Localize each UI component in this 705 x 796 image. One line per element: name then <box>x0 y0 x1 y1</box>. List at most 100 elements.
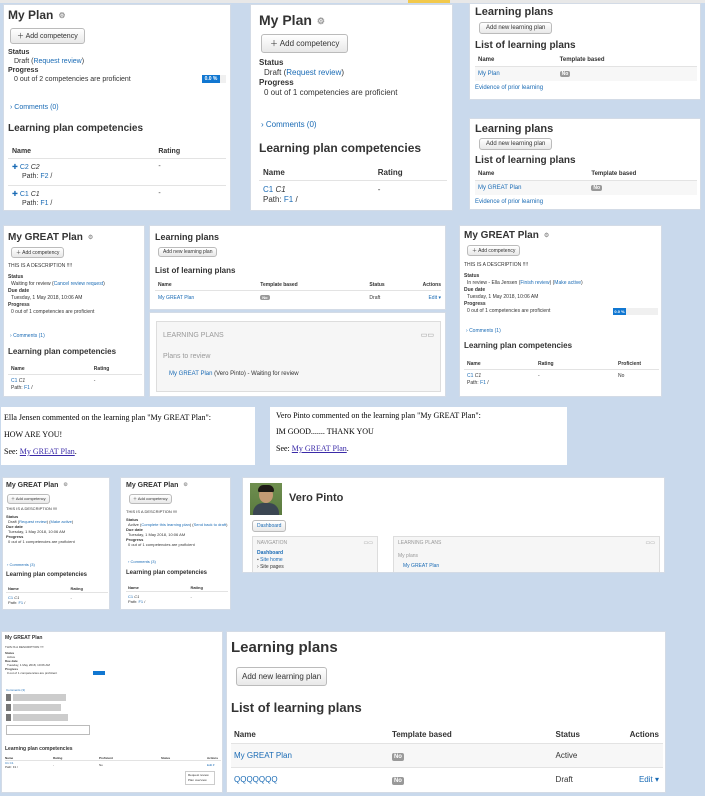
edit-menu[interactable]: Edit ▾ <box>207 763 215 767</box>
gear-icon[interactable]: ⚙ <box>544 232 549 239</box>
status-label: Status <box>8 49 30 56</box>
table-row: QQQQQQQ No Draft Edit ▾ <box>231 767 663 791</box>
add-competency-button[interactable]: ＋ Add competency <box>129 494 172 504</box>
plan-link[interactable]: My GREAT Plan <box>20 447 75 456</box>
no-badge: No <box>391 776 404 785</box>
plan-link[interactable]: QQQQQQQ <box>234 775 278 784</box>
send-back-link[interactable]: Send back to draft <box>194 522 226 527</box>
comments-toggle[interactable]: › Comments (0) <box>261 120 317 129</box>
section-title: Learning plan competencies <box>8 123 144 134</box>
gear-icon[interactable]: ⚙ <box>63 482 67 488</box>
plan-link[interactable]: My GREAT Plan <box>478 185 521 191</box>
nav-site-pages[interactable]: Site pages <box>260 564 284 570</box>
competency-link[interactable]: C1 <box>467 373 473 379</box>
panel-learning-plans-large: Learning plans Add new learning plan Lis… <box>226 631 666 793</box>
cancel-review-link[interactable]: Cancel review request <box>54 281 103 287</box>
comment-textarea[interactable] <box>6 725 90 735</box>
add-competency-button[interactable]: ＋ Add competency <box>11 247 65 258</box>
plans-table: Name Template based My Plan No <box>475 54 697 81</box>
gear-icon[interactable]: ⚙ <box>88 234 93 241</box>
expand-icon[interactable]: ✚ <box>12 164 20 171</box>
block-controls-icon[interactable]: ▭▭ <box>646 540 655 546</box>
edit-menu[interactable]: Edit ▾ <box>639 775 659 784</box>
comments-toggle[interactable]: › Comments (3) <box>128 559 156 564</box>
table-row: C1 C1 Path: F1 /- No Edit ▾ <box>5 760 221 769</box>
request-review-link[interactable]: Request review <box>19 519 47 524</box>
plan-link[interactable]: My GREAT Plan <box>292 444 347 453</box>
competency-link[interactable]: C1 <box>20 191 29 198</box>
section-title: Learning plan competencies <box>5 746 73 752</box>
block-controls-icon[interactable]: ▭▭ <box>364 540 373 546</box>
comments-toggle[interactable]: › Comments (1) <box>10 333 45 339</box>
nav-dashboard[interactable]: Dashboard <box>257 550 283 556</box>
request-review-link[interactable]: Request review <box>286 68 341 77</box>
nav-site-home[interactable]: Site home <box>260 557 283 563</box>
add-competency-button[interactable]: ＋ Add competency <box>261 34 349 53</box>
expand-icon[interactable]: ✚ <box>12 191 20 198</box>
page-title: Learning plans <box>475 123 554 135</box>
no-badge: No <box>591 185 603 191</box>
progress-fill: 0.0 % <box>613 308 626 315</box>
edit-menu[interactable]: Edit ▾ <box>428 295 441 301</box>
dashboard-button[interactable]: Dashboard <box>252 520 287 532</box>
edit-dropdown: Request review Plan overview <box>185 771 215 785</box>
table-row: C1 C1 Path: F1 /- <box>259 180 447 209</box>
add-competency-button[interactable]: ＋ Add competency <box>10 28 85 44</box>
table-row: C1 C1 Path: F1 /- No <box>464 369 659 390</box>
add-competency-button[interactable]: ＋ Add competency <box>467 245 521 256</box>
add-learning-plan-button[interactable]: Add new learning plan <box>158 247 218 257</box>
learning-plans-block: LEARNING PLANS ▭▭ Plans to review My GRE… <box>156 321 441 392</box>
plan-link[interactable]: My GREAT Plan <box>169 371 212 377</box>
request-review-link[interactable]: Request review <box>33 58 81 65</box>
progress-text: 0 out of 2 competencies are proficient <box>14 76 131 83</box>
comment-list <box>6 694 96 721</box>
add-learning-plan-button[interactable]: Add new learning plan <box>479 22 553 34</box>
finish-review-link[interactable]: Finish review <box>520 280 549 286</box>
competency-link[interactable]: C2 <box>20 164 29 171</box>
list-title: List of learning plans <box>155 266 236 275</box>
list-title: List of learning plans <box>475 40 576 51</box>
learning-plans-block: LEARNING PLANS ▭▭ My plans My GREAT Plan <box>393 536 660 572</box>
comments-toggle[interactable]: › Comments (0) <box>10 104 59 111</box>
progress-text: 0 out of 1 competencies are proficient <box>264 88 398 97</box>
col-rating: Rating <box>158 148 181 155</box>
evidence-link[interactable]: Evidence of prior learning <box>475 199 543 205</box>
plan-link[interactable]: My Plan <box>478 71 500 77</box>
make-active-link[interactable]: Make active <box>554 280 581 286</box>
comments-toggle[interactable]: Comments (3) <box>6 688 25 692</box>
path-link[interactable]: F2 <box>40 173 48 180</box>
email-line-2: HOW ARE YOU! <box>4 430 63 439</box>
block-controls-icon[interactable]: ▭▭ <box>421 331 434 339</box>
col-rating: Rating <box>377 168 403 177</box>
evidence-link[interactable]: Evidence of prior learning <box>475 85 543 91</box>
plan-link[interactable]: My GREAT Plan <box>234 751 292 760</box>
list-title: List of learning plans <box>231 700 362 715</box>
comments-toggle[interactable]: › Comments (1) <box>466 328 501 334</box>
menu-plan-overview[interactable]: Plan overview <box>188 778 212 783</box>
path-link[interactable]: F1 <box>40 200 48 207</box>
email-ella-comment: Ella Jensen commented on the learning pl… <box>1 407 255 465</box>
competency-table: Name Rating C1 C1 Path: F1 /- <box>8 364 142 395</box>
add-learning-plan-button[interactable]: Add new learning plan <box>479 138 553 150</box>
gear-icon[interactable]: ⚙ <box>317 16 325 27</box>
plan-link[interactable]: My GREAT Plan <box>158 295 194 301</box>
competency-link[interactable]: C1 <box>263 185 273 194</box>
make-active-link[interactable]: Make active <box>50 519 71 524</box>
table-row: C1 C1 Path: F1 /- <box>8 374 142 395</box>
plan-link[interactable]: My GREAT Plan <box>403 563 439 569</box>
table-row: My GREAT Plan No Draft Edit ▾ <box>155 290 441 305</box>
add-competency-button[interactable]: ＋ Add competency <box>7 494 50 504</box>
status-value: Draft <box>264 68 282 77</box>
plans-to-review-title: Plans to review <box>163 353 211 360</box>
complete-plan-link[interactable]: Complete this learning plan <box>141 522 189 527</box>
add-learning-plan-button[interactable]: Add new learning plan <box>236 667 328 686</box>
path-link[interactable]: F1 <box>284 195 293 204</box>
gear-icon[interactable]: ⚙ <box>183 482 187 488</box>
plans-table: Name Template based Status Actions My GREAT… <box>155 280 441 305</box>
page-title: My GREAT Plan <box>5 635 43 641</box>
comments-toggle[interactable]: › Comments (3) <box>7 562 35 567</box>
progress-bar: 0.0 % <box>202 75 226 83</box>
page-title: Learning plans <box>231 639 338 656</box>
competency-link[interactable]: C1 <box>11 378 17 384</box>
gear-icon[interactable]: ⚙ <box>58 11 65 20</box>
